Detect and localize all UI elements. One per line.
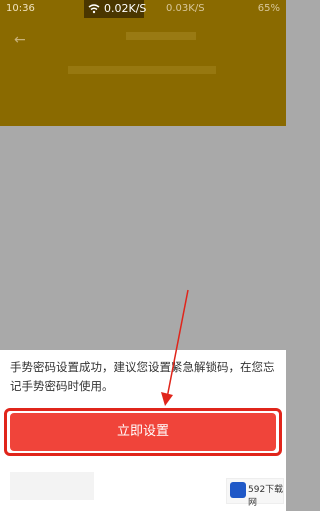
- network-speed-pill: 0.02K/S: [84, 0, 147, 18]
- watermark-text: 592下载网: [248, 485, 284, 508]
- back-arrow-icon[interactable]: ←: [14, 32, 28, 48]
- status-time: 10:36: [6, 3, 35, 14]
- secondary-speed: 0.03K/S: [166, 3, 205, 14]
- dimmed-overlay: [0, 126, 286, 350]
- secondary-option-blurred: [10, 472, 94, 500]
- header-title-blurred: [126, 32, 196, 40]
- wifi-icon: [88, 4, 100, 14]
- set-now-button[interactable]: 立即设置: [10, 413, 276, 451]
- app-header: ←: [0, 18, 286, 126]
- emergency-code-prompt: 手势密码设置成功，建议您设置紧急解锁码，在您忘记手势密码时使用。: [10, 360, 275, 393]
- watermark-logo-icon: [230, 482, 246, 498]
- network-speed: 0.02K/S: [104, 2, 147, 15]
- battery-level: 65%: [257, 3, 280, 14]
- status-bar: 10:36 0.02K/S 0.03K/S 65%: [0, 0, 286, 18]
- header-subtitle-blurred: [68, 66, 216, 74]
